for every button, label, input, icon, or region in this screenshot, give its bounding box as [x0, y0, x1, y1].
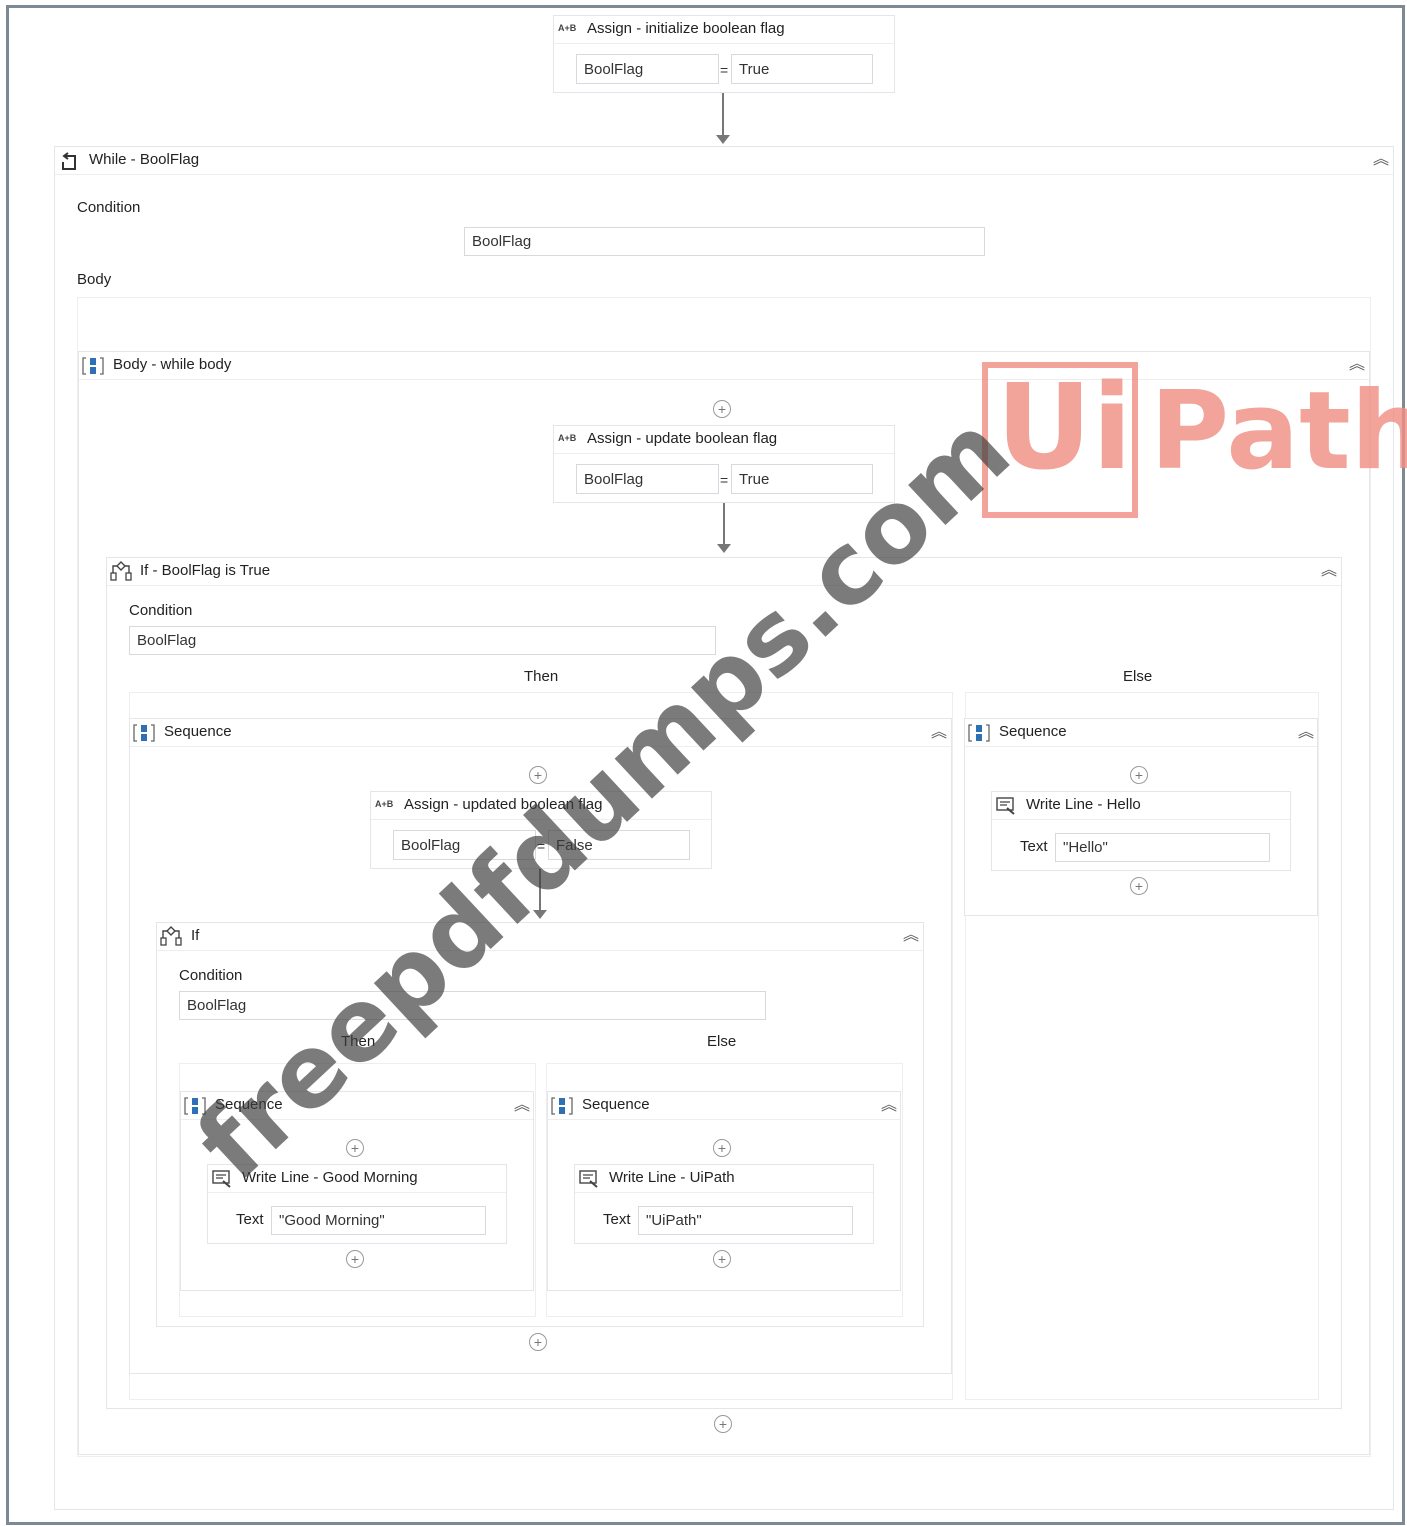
text-field[interactable]: "Good Morning"	[271, 1206, 486, 1235]
body-label: Body	[77, 271, 112, 288]
activity-title: If	[191, 927, 200, 944]
add-activity-icon[interactable]: +	[714, 1415, 732, 1433]
else-label: Else	[707, 1033, 737, 1050]
add-activity-icon[interactable]: +	[346, 1139, 364, 1157]
sequence-icon	[551, 1097, 573, 1115]
activity-title: Sequence	[164, 723, 232, 740]
collapse-icon[interactable]: ︽	[1373, 152, 1389, 168]
sequence-icon	[82, 357, 104, 375]
sequence-icon	[133, 724, 155, 742]
activity-title: Write Line - Hello	[1026, 796, 1141, 813]
arrow-down-icon	[716, 135, 730, 144]
while-loop-icon	[62, 152, 76, 170]
activity-title: While - BoolFlag	[89, 151, 200, 168]
while-condition-field[interactable]: BoolFlag	[464, 227, 985, 256]
equals-sign: =	[720, 62, 729, 78]
activity-title: Body - while body	[113, 356, 232, 373]
arrow-down-icon	[717, 544, 731, 553]
activity-title: Sequence	[999, 723, 1067, 740]
text-label: Text	[236, 1211, 264, 1228]
activity-header: Write Line - Hello	[992, 792, 1290, 820]
sequence-icon	[968, 724, 990, 742]
activity-title: Write Line - UiPath	[609, 1169, 735, 1186]
activity-header: A+B Assign - initialize boolean flag	[554, 16, 894, 44]
condition-label: Condition	[129, 602, 193, 619]
write-line-hello[interactable]: Write Line - Hello Text "Hello"	[991, 791, 1291, 871]
assign-icon: A+B	[375, 799, 394, 809]
add-activity-icon[interactable]: +	[713, 1250, 731, 1268]
text-field[interactable]: "UiPath"	[638, 1206, 853, 1235]
assign-to-field[interactable]: BoolFlag	[576, 54, 719, 84]
if-condition-field[interactable]: BoolFlag	[129, 626, 716, 655]
assign-to-field[interactable]: BoolFlag	[576, 464, 719, 494]
activity-header: Sequence ︽	[548, 1092, 900, 1120]
write-line-icon	[996, 797, 1015, 815]
activity-header: Sequence ︽	[965, 719, 1317, 747]
collapse-icon[interactable]: ︽	[931, 725, 947, 741]
activity-header: A+B Assign - update boolean flag	[554, 426, 894, 454]
collapse-icon[interactable]: ︽	[903, 928, 919, 944]
then-label: Then	[524, 668, 559, 685]
activity-title: Sequence	[582, 1096, 650, 1113]
connector-line	[723, 503, 725, 546]
add-activity-icon[interactable]: +	[346, 1250, 364, 1268]
write-line-icon	[579, 1170, 598, 1188]
activity-title: Assign - update boolean flag	[587, 430, 778, 447]
add-activity-icon[interactable]: +	[529, 1333, 547, 1351]
activity-header: While - BoolFlag ︽	[55, 147, 1393, 175]
activity-header: If - BoolFlag is True ︽	[107, 558, 1341, 586]
add-activity-icon[interactable]: +	[1130, 766, 1148, 784]
condition-label: Condition	[179, 967, 243, 984]
activity-title: If - BoolFlag is True	[140, 562, 271, 579]
assign-icon: A+B	[558, 23, 577, 33]
if-branch-icon	[110, 561, 132, 581]
text-label: Text	[1020, 838, 1048, 855]
activity-title: Assign - initialize boolean flag	[587, 20, 785, 37]
add-activity-icon[interactable]: +	[713, 1139, 731, 1157]
equals-sign: =	[720, 472, 729, 488]
else-label: Else	[1123, 668, 1153, 685]
collapse-icon[interactable]: ︽	[1298, 725, 1314, 741]
assign-value-field[interactable]: True	[731, 54, 873, 84]
collapse-icon[interactable]: ︽	[881, 1098, 897, 1114]
collapse-icon[interactable]: ︽	[1321, 563, 1337, 579]
if-branch-icon	[160, 926, 182, 946]
connector-line	[722, 93, 724, 137]
text-field[interactable]: "Hello"	[1055, 833, 1270, 862]
assign-icon: A+B	[558, 433, 577, 443]
assign-initialize-activity[interactable]: A+B Assign - initialize boolean flag Boo…	[553, 15, 895, 93]
activity-header: Sequence ︽	[130, 719, 951, 747]
write-line-uipath[interactable]: Write Line - UiPath Text "UiPath"	[574, 1164, 874, 1244]
collapse-icon[interactable]: ︽	[514, 1098, 530, 1114]
uipath-logo-watermark: Ui Path	[982, 362, 1407, 522]
activity-header: Write Line - UiPath	[575, 1165, 873, 1193]
text-label: Text	[603, 1211, 631, 1228]
add-activity-icon[interactable]: +	[1130, 877, 1148, 895]
condition-label: Condition	[77, 199, 141, 216]
add-activity-icon[interactable]: +	[713, 400, 731, 418]
